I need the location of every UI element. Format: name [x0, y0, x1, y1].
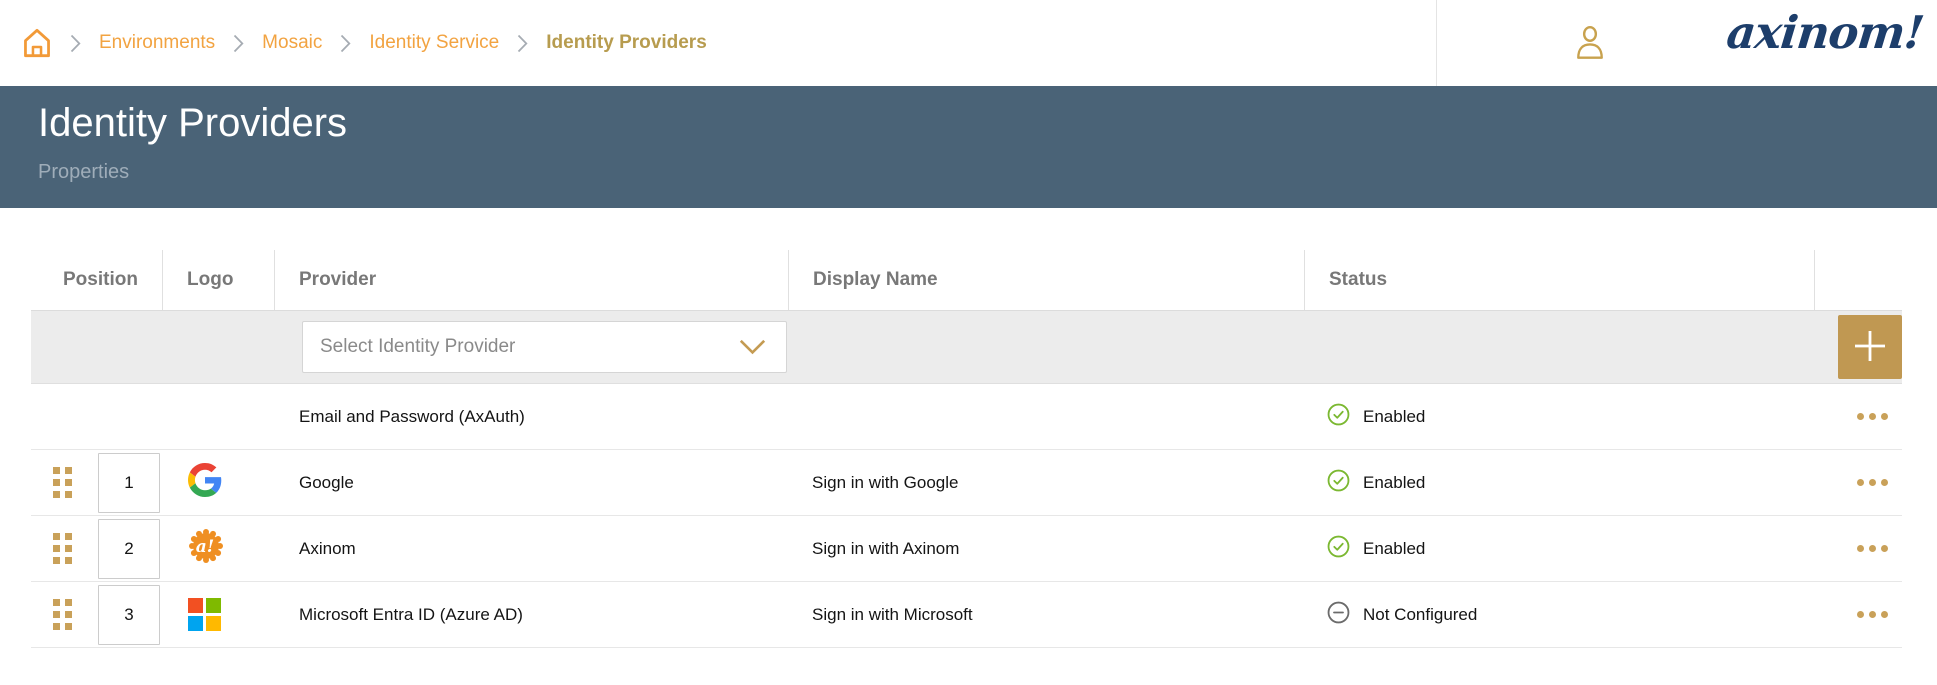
display-name	[787, 384, 1303, 449]
row-position-cell: 1	[98, 450, 162, 515]
provider-name: Google	[273, 450, 787, 515]
row-actions-menu-icon[interactable]	[1857, 611, 1888, 618]
row-actions-menu-icon[interactable]	[1857, 545, 1888, 552]
status-cell: Enabled	[1303, 450, 1813, 515]
column-header-position: Position	[31, 250, 162, 310]
status-cell: Enabled	[1303, 516, 1813, 581]
table-row-axauth[interactable]: Email and Password (AxAuth) Enabled	[31, 384, 1902, 450]
row-position-cell: 2	[98, 516, 162, 581]
status-enabled-icon	[1327, 535, 1350, 563]
identity-providers-table: Position Logo Provider Display Name Stat…	[31, 250, 1902, 648]
chevron-right-icon	[233, 34, 244, 53]
status-cell: Not Configured	[1303, 582, 1813, 647]
svg-text:a!: a!	[196, 537, 214, 557]
axinom-logo: axinom!	[1724, 6, 1926, 59]
column-header-provider: Provider	[274, 250, 788, 310]
position-input[interactable]: 1	[98, 453, 160, 513]
position-input[interactable]: 3	[98, 585, 160, 645]
breadcrumb: Environments Mosaic Identity Service Ide…	[0, 26, 707, 60]
select-identity-provider-dropdown[interactable]: Select Identity Provider	[302, 321, 787, 373]
add-provider-button[interactable]	[1838, 315, 1902, 379]
home-icon[interactable]	[22, 26, 52, 60]
chevron-right-icon	[70, 34, 81, 53]
google-logo	[188, 463, 222, 502]
row-handle-cell	[31, 384, 98, 449]
column-header-actions	[1814, 250, 1902, 310]
display-name: Sign in with Microsoft	[787, 582, 1303, 647]
table-row-axinom[interactable]: 2 a! Axinom Sign in with Axinom	[31, 516, 1902, 582]
chevron-right-icon	[340, 34, 351, 53]
display-name: Sign in with Google	[787, 450, 1303, 515]
top-bar: Environments Mosaic Identity Service Ide…	[0, 0, 1937, 86]
row-handle-cell	[31, 450, 98, 515]
row-position-cell: 3	[98, 582, 162, 647]
breadcrumb-mosaic[interactable]: Mosaic	[262, 32, 322, 54]
column-header-status: Status	[1304, 250, 1814, 310]
drag-handle-icon[interactable]	[53, 467, 72, 498]
position-input[interactable]: 2	[98, 519, 160, 579]
row-logo-cell	[162, 384, 273, 449]
chevron-right-icon	[517, 34, 528, 53]
drag-handle-icon[interactable]	[53, 599, 72, 630]
provider-name: Email and Password (AxAuth)	[273, 384, 787, 449]
row-handle-cell	[31, 582, 98, 647]
row-logo-cell	[162, 450, 273, 515]
add-provider-row: Select Identity Provider	[31, 311, 1902, 384]
row-position-cell	[98, 384, 162, 449]
table-row-google[interactable]: 1 Google Sign in with Google Enabled	[31, 450, 1902, 516]
provider-name: Microsoft Entra ID (Azure AD)	[273, 582, 787, 647]
status-label: Enabled	[1363, 407, 1425, 427]
status-not-configured-icon	[1327, 601, 1350, 629]
page-header: Identity Providers Properties	[0, 86, 1937, 208]
status-cell: Enabled	[1303, 384, 1813, 449]
row-actions-menu-icon[interactable]	[1857, 413, 1888, 420]
status-enabled-icon	[1327, 403, 1350, 431]
table-row-microsoft[interactable]: 3 Microsoft Entra ID (Azure AD) Sign in …	[31, 582, 1902, 648]
table-header-row: Position Logo Provider Display Name Stat…	[31, 250, 1902, 311]
breadcrumb-identity-providers: Identity Providers	[546, 32, 707, 54]
chevron-down-icon	[739, 339, 766, 355]
drag-handle-icon[interactable]	[53, 533, 72, 564]
user-icon[interactable]	[1571, 23, 1609, 68]
status-enabled-icon	[1327, 469, 1350, 497]
column-header-logo: Logo	[162, 250, 274, 310]
display-name: Sign in with Axinom	[787, 516, 1303, 581]
row-logo-cell	[162, 582, 273, 647]
row-handle-cell	[31, 516, 98, 581]
page-title: Identity Providers	[38, 101, 1937, 146]
status-label: Not Configured	[1363, 605, 1477, 625]
axinom-provider-logo: a!	[188, 528, 224, 569]
breadcrumb-environments[interactable]: Environments	[99, 32, 215, 54]
row-actions-menu-icon[interactable]	[1857, 479, 1888, 486]
select-placeholder: Select Identity Provider	[320, 336, 515, 358]
breadcrumb-identity-service[interactable]: Identity Service	[369, 32, 499, 54]
provider-name: Axinom	[273, 516, 787, 581]
page-subtitle: Properties	[38, 161, 1937, 184]
row-logo-cell: a!	[162, 516, 273, 581]
column-header-display-name: Display Name	[788, 250, 1304, 310]
status-label: Enabled	[1363, 539, 1425, 559]
microsoft-logo	[188, 598, 221, 631]
plus-icon	[1852, 328, 1888, 367]
topbar-divider	[1436, 0, 1437, 86]
status-label: Enabled	[1363, 473, 1425, 493]
